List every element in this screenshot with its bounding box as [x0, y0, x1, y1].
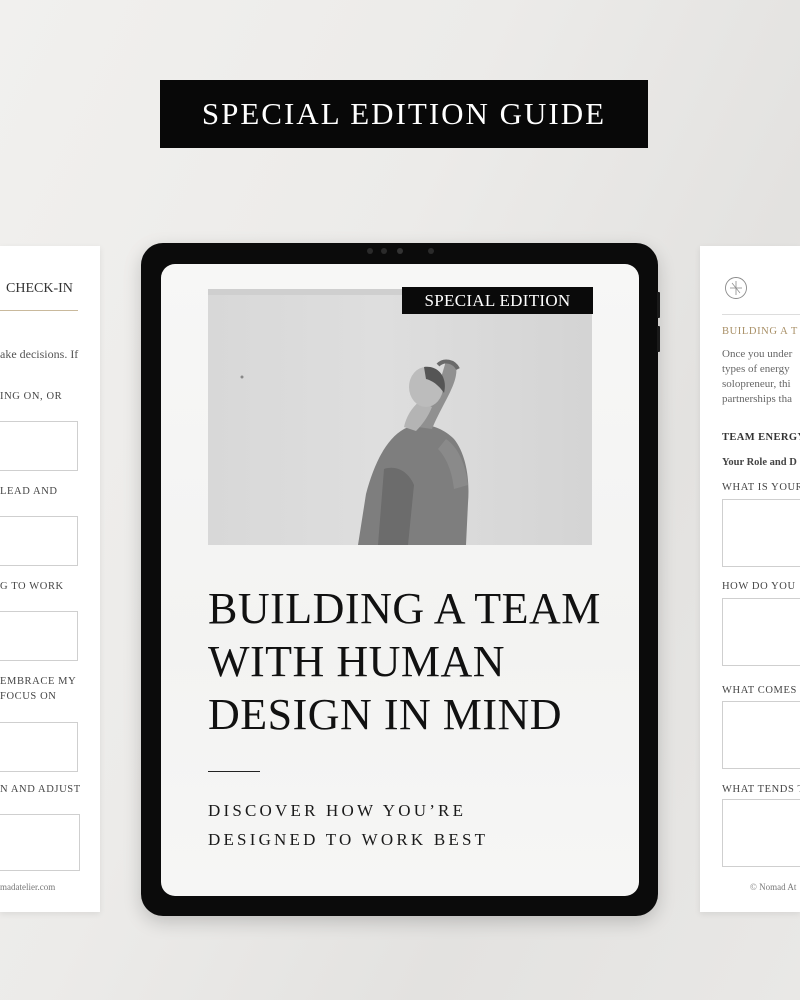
left-sheet-answer-box-3: [0, 611, 78, 661]
cover-subtitle-line-1: DISCOVER HOW YOU’RE: [208, 801, 467, 820]
left-sheet-question-4a: EMBRACE MY: [0, 676, 77, 687]
left-sheet-answer-box-1: [0, 421, 78, 471]
banner-title: SPECIAL EDITION GUIDE: [201, 96, 607, 131]
right-sheet-answer-box-1: [722, 499, 800, 567]
title-banner: SPECIAL EDITION GUIDE: [160, 80, 648, 148]
right-sheet-question-2: HOW DO YOU: [722, 581, 796, 592]
tablet-screen: SPECIAL EDITION BUILDING A TEAM WITH HUM…: [161, 264, 639, 896]
cover-headline: BUILDING A TEAM WITH HUMAN DESIGN IN MIN…: [208, 582, 628, 741]
cover-subtitle-line-2: DESIGNED TO WORK BEST: [208, 830, 489, 849]
right-sheet-paragraph-line-4: partnerships tha: [722, 393, 792, 405]
cover-photo: [208, 289, 592, 545]
special-edition-tag-label: SPECIAL EDITION: [424, 290, 571, 310]
right-sheet-role-label: Your Role and D: [722, 457, 797, 468]
right-sheet-footer: © Nomad At: [750, 882, 797, 892]
right-sheet-answer-box-4: [722, 799, 800, 867]
brand-monogram-icon: [725, 277, 747, 299]
right-sheet-section-title: BUILDING A T: [722, 326, 798, 337]
left-sheet-answer-box-5: [0, 814, 80, 871]
left-sheet-answer-box-2: [0, 516, 78, 566]
cover-headline-line-2: WITH HUMAN: [208, 637, 506, 686]
cover-headline-line-1: BUILDING A TEAM: [208, 584, 601, 633]
right-worksheet-page: BUILDING A T Once you under types of ene…: [700, 246, 800, 912]
left-sheet-question-3: G TO WORK: [0, 581, 64, 592]
cover-headline-line-3: DESIGN IN MIND: [208, 690, 563, 739]
right-sheet-paragraph-line-1: Once you under: [722, 348, 793, 360]
woman-stretching-photo: [208, 289, 592, 545]
left-sheet-answer-box-4: [0, 722, 78, 772]
tablet-side-button: [657, 292, 660, 318]
left-sheet-footer: madatelier.com: [0, 882, 56, 892]
right-sheet-question-1: WHAT IS YOUR: [722, 482, 800, 493]
special-edition-tag: SPECIAL EDITION: [402, 287, 593, 314]
right-sheet-answer-box-3: [722, 701, 800, 769]
tablet-camera-dot: [381, 248, 387, 254]
right-sheet-answer-box-2: [722, 598, 800, 666]
right-sheet-top-rule: [722, 314, 800, 315]
right-sheet-paragraph-line-2: types of energy: [722, 363, 790, 375]
cover-subtitle: DISCOVER HOW YOU’RE DESIGNED TO WORK BES…: [208, 796, 488, 854]
right-sheet-question-3: WHAT COMES: [722, 685, 797, 696]
left-sheet-heading-rule: [0, 310, 78, 311]
left-sheet-question-2: LEAD AND: [0, 486, 58, 497]
left-worksheet-page: CHECK-IN ake decisions. If ING ON, OR LE…: [0, 246, 100, 912]
left-sheet-question-5: N AND ADJUST: [0, 784, 81, 795]
tablet-camera-dot: [367, 248, 373, 254]
left-sheet-question-1: ING ON, OR: [0, 391, 63, 402]
right-sheet-question-4: WHAT TENDS T: [722, 784, 800, 795]
left-sheet-question-4b: FOCUS ON: [0, 691, 57, 702]
tablet-camera-dot: [428, 248, 434, 254]
tablet-side-button: [657, 326, 660, 352]
right-sheet-team-energy-label: TEAM ENERGY: [722, 432, 800, 443]
left-sheet-heading: CHECK-IN: [6, 281, 73, 296]
tablet-camera-lens: [397, 248, 403, 254]
right-sheet-paragraph-line-3: solopreneur, thi: [722, 378, 791, 390]
headline-divider: [208, 771, 260, 772]
left-sheet-body-text: ake decisions. If: [0, 347, 79, 361]
